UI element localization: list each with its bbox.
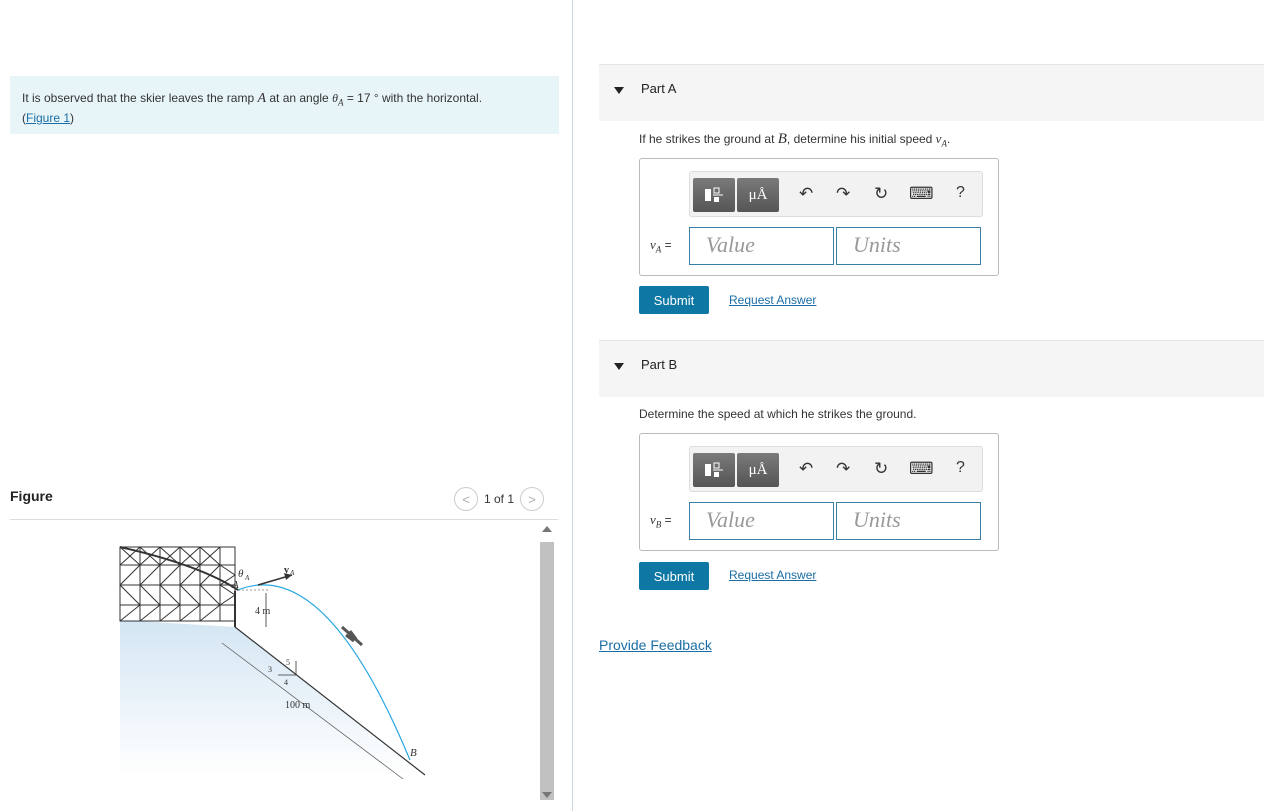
chevron-right-icon: > (528, 491, 536, 507)
part-a-question-after: . (946, 132, 951, 146)
help-icon[interactable]: ? (956, 459, 965, 477)
part-b-request-answer-link[interactable]: Request Answer (729, 568, 816, 582)
label-height: 4 m (255, 606, 271, 617)
intro-text-after: = 17 ° with the horizontal. (343, 91, 483, 105)
scroll-thumb[interactable] (540, 542, 554, 800)
var-a-eq: = (661, 238, 672, 252)
label-v: v (284, 565, 289, 576)
part-a-variable-label: vA = (650, 237, 672, 255)
skier-icon (340, 625, 364, 647)
units-glyph: μÅ (748, 461, 768, 478)
part-b-submit-button[interactable]: Submit (639, 562, 709, 590)
part-a-units-input[interactable]: Units (836, 227, 981, 265)
figure-link-paren-close: ) (70, 111, 75, 126)
math-toolbar: μÅ ↶ ↷ ↻ ⌨ ? (689, 446, 983, 492)
part-b-header[interactable]: Part B (599, 340, 1264, 397)
math-toolbar: μÅ ↶ ↷ ↻ ⌨ ? (689, 171, 983, 217)
ramp-truss (119, 546, 236, 622)
pane-divider (572, 0, 573, 811)
part-b-question: Determine the speed at which he strikes … (639, 407, 917, 421)
undo-icon[interactable]: ↶ (799, 459, 813, 479)
part-b-label: Part B (641, 357, 678, 372)
intro-point: A (257, 91, 267, 106)
part-a-value-input[interactable]: Value (689, 227, 834, 265)
scroll-down-arrow-icon[interactable] (542, 792, 552, 798)
part-b-units-input[interactable]: Units (836, 502, 981, 540)
label-point-a: A (231, 579, 239, 591)
label-theta-sub: A (244, 574, 250, 582)
units-button[interactable]: μÅ (737, 178, 779, 212)
figure-link[interactable]: Figure 1 (26, 111, 70, 125)
intro-text-before: It is observed that the skier leaves the… (22, 91, 258, 105)
keyboard-icon[interactable]: ⌨ (909, 459, 934, 479)
part-a-question-var: B (777, 131, 787, 147)
fraction-template-icon (705, 187, 723, 202)
fraction-template-icon (705, 462, 723, 477)
figure-title: Figure (10, 488, 53, 504)
keyboard-icon[interactable]: ⌨ (909, 184, 934, 204)
part-a-header[interactable]: Part A (599, 64, 1264, 121)
reset-icon[interactable]: ↻ (874, 184, 888, 204)
label-slope-4: 4 (284, 678, 288, 687)
collapse-triangle-icon[interactable] (614, 87, 624, 94)
undo-icon[interactable]: ↶ (799, 184, 813, 204)
label-v-sub: A (289, 569, 295, 577)
problem-statement: It is observed that the skier leaves the… (10, 76, 559, 134)
label-point-b: B (410, 747, 417, 759)
label-distance: 100 m (285, 700, 311, 711)
figure-scrollbar[interactable] (538, 522, 556, 807)
redo-icon[interactable]: ↷ (836, 459, 850, 479)
figure-page-indicator: 1 of 1 (484, 492, 515, 506)
part-a-question: If he strikes the ground at B, determine… (639, 131, 950, 148)
provide-feedback-link[interactable]: Provide Feedback (599, 637, 712, 653)
templates-button[interactable] (693, 453, 735, 487)
intro-text-mid: at an angle (266, 91, 333, 105)
prev-figure-button[interactable]: < (454, 487, 478, 511)
label-slope-5: 5 (286, 658, 290, 667)
part-a-answer-box: μÅ ↶ ↷ ↻ ⌨ ? vA = Value Units (639, 158, 999, 276)
reset-icon[interactable]: ↻ (874, 459, 888, 479)
toolbar-button-group: μÅ (693, 453, 781, 487)
collapse-triangle-icon[interactable] (614, 363, 624, 370)
part-b-value-input[interactable]: Value (689, 502, 834, 540)
part-a-question-mid: , determine his initial speed (786, 132, 936, 146)
part-a-submit-button[interactable]: Submit (639, 286, 709, 314)
part-a-request-answer-link[interactable]: Request Answer (729, 293, 816, 307)
redo-icon[interactable]: ↷ (836, 184, 850, 204)
templates-button[interactable] (693, 178, 735, 212)
units-button[interactable]: μÅ (737, 453, 779, 487)
snow-slope (120, 620, 425, 775)
help-icon[interactable]: ? (956, 184, 965, 202)
part-b-variable-label: vB = (650, 512, 672, 530)
units-glyph: μÅ (748, 186, 768, 203)
var-b-eq: = (661, 513, 672, 527)
toolbar-button-group: μÅ (693, 178, 781, 212)
left-pane: It is observed that the skier leaves the… (0, 0, 572, 811)
part-b-answer-box: μÅ ↶ ↷ ↻ ⌨ ? vB = Value Units (639, 433, 999, 551)
label-theta: θ (238, 568, 244, 580)
scroll-up-arrow-icon[interactable] (542, 526, 552, 532)
figure-divider (10, 519, 558, 520)
part-a-question-before: If he strikes the ground at (639, 132, 778, 146)
chevron-left-icon: < (462, 491, 470, 507)
label-slope-3: 3 (268, 665, 272, 674)
next-figure-button[interactable]: > (520, 487, 545, 511)
figure-pager: < 1 of 1 > (454, 487, 545, 511)
skier-figure: θ A A v A 4 m 3 4 5 100 m B (119, 546, 426, 780)
part-a-label: Part A (641, 81, 677, 96)
